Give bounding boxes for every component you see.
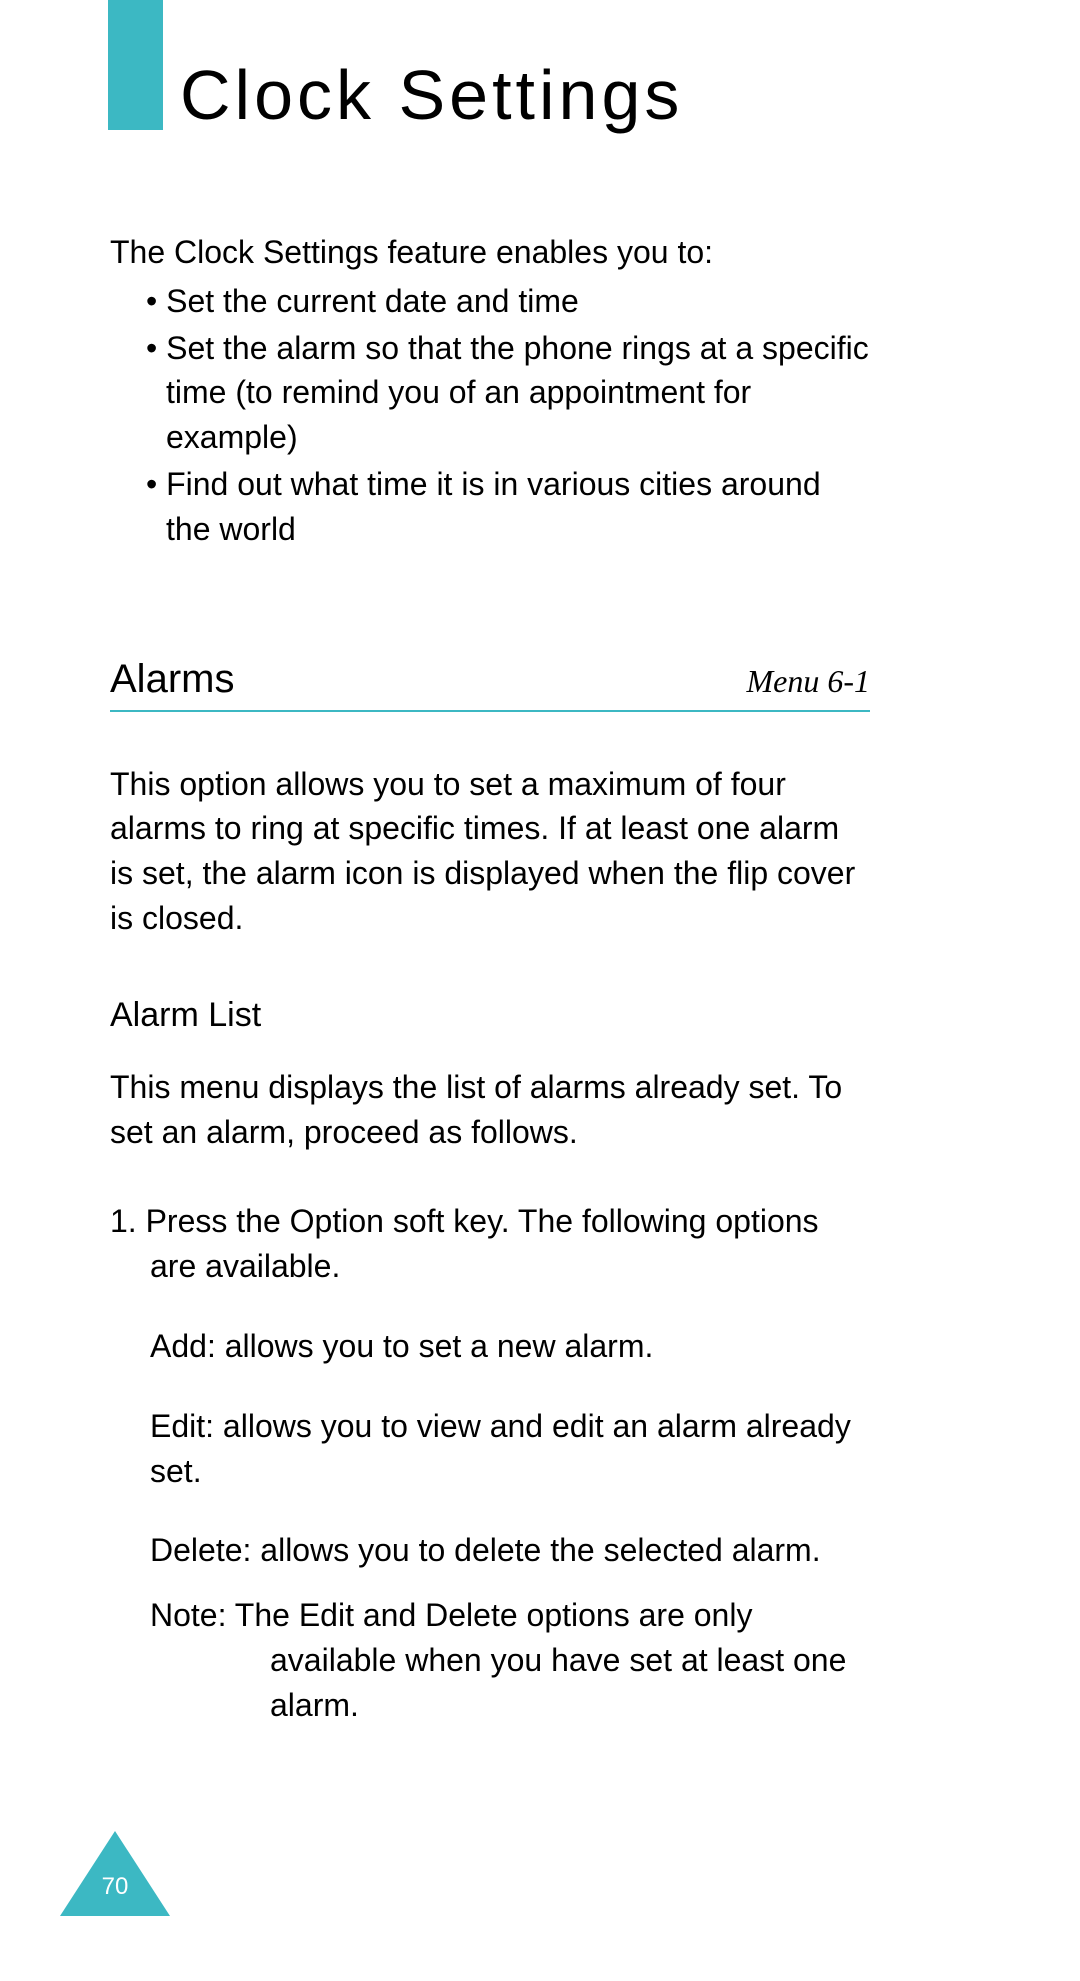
bullet-item: Set the alarm so that the phone rings at… <box>146 326 870 460</box>
bullet-item: Set the current date and time <box>146 279 870 324</box>
option-edit: Edit: allows you to view and edit an ala… <box>110 1404 870 1494</box>
section-description: This option allows you to set a maximum … <box>110 762 870 941</box>
option-text: allows you to view and edit an alarm alr… <box>150 1408 851 1489</box>
option-key: Delete: <box>150 1532 251 1568</box>
bullet-list: Set the current date and time Set the al… <box>110 279 870 552</box>
note-label: Note: <box>150 1597 235 1633</box>
page-title: Clock Settings <box>180 55 683 135</box>
option-text: allows you to set a new alarm. <box>216 1328 654 1364</box>
option-delete: Delete: allows you to delete the selecte… <box>110 1528 870 1573</box>
note: Note: The Edit and Delete options are on… <box>110 1593 870 1727</box>
intro-text: The Clock Settings feature enables you t… <box>110 230 870 275</box>
step-prefix: 1. Press the <box>110 1203 290 1239</box>
bullet-item: Find out what time it is in various citi… <box>146 462 870 552</box>
subsection-title: Alarm List <box>110 996 870 1035</box>
accent-bar <box>108 0 163 130</box>
option-text: allows you to delete the selected alarm. <box>251 1532 820 1568</box>
option-add: Add: allows you to set a new alarm. <box>110 1324 870 1369</box>
step-1: 1. Press the Option soft key. The follow… <box>110 1199 870 1289</box>
section-header: Alarms Menu 6-1 <box>110 657 870 712</box>
option-key: Edit: <box>150 1408 214 1444</box>
content-area: The Clock Settings feature enables you t… <box>110 230 870 1728</box>
subsection-description: This menu displays the list of alarms al… <box>110 1065 870 1155</box>
option-softkey-name: Option <box>290 1203 384 1239</box>
note-text: The Edit and Delete options are only ava… <box>235 1597 847 1723</box>
section-title: Alarms <box>110 657 234 702</box>
page-number: 70 <box>0 1873 230 1901</box>
menu-reference: Menu 6-1 <box>746 663 870 700</box>
option-key: Add: <box>150 1328 216 1364</box>
